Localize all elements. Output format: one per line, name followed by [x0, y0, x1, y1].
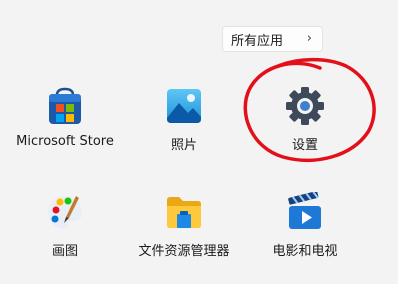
app-tile-paint[interactable]: 画图	[0, 192, 130, 259]
all-apps-label: 所有应用	[231, 33, 284, 49]
movies-tv-icon	[285, 191, 325, 232]
chevron-right-icon: ›	[306, 31, 312, 46]
microsoft-store-icon	[45, 86, 85, 126]
app-label: 画图	[51, 244, 78, 259]
app-tile-settings[interactable]: 设置	[240, 86, 370, 153]
paint-icon	[45, 192, 85, 232]
app-label: 电影和电视	[272, 244, 338, 259]
app-label: 照片	[170, 138, 197, 153]
file-explorer-icon	[164, 192, 204, 232]
app-tile-microsoft-store[interactable]: Microsoft Store	[0, 86, 130, 149]
app-tile-movies-tv[interactable]: 电影和电视	[240, 191, 370, 259]
app-label: 设置	[291, 138, 318, 153]
all-apps-button[interactable]: 所有应用 ›	[222, 26, 323, 52]
app-label: 文件资源管理器	[138, 244, 230, 259]
photos-icon	[164, 86, 204, 126]
settings-gear-icon	[285, 86, 325, 126]
app-label: Microsoft Store	[16, 134, 114, 149]
app-tile-file-explorer[interactable]: 文件资源管理器	[119, 192, 249, 259]
app-tile-photos[interactable]: 照片	[119, 86, 249, 153]
